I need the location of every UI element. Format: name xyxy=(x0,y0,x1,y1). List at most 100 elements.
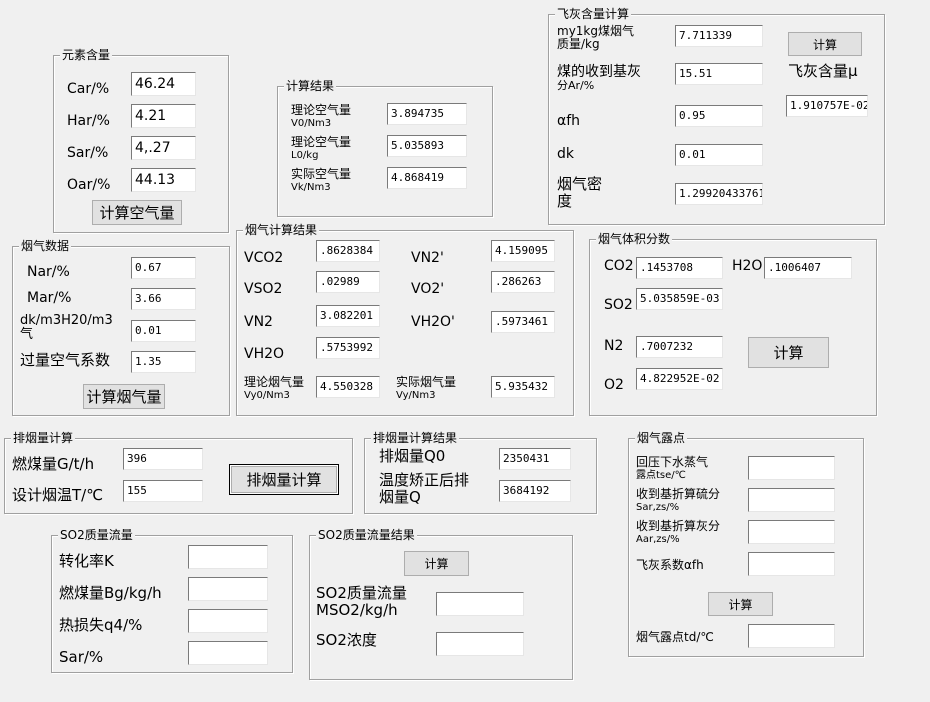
theory-air-l0-field[interactable]: 5.035893 xyxy=(387,135,467,157)
aar-zs-label: 收到基折算灰分 Aar,zs/% xyxy=(636,519,721,546)
volume-fraction-title: 烟气体积分数 xyxy=(596,232,673,246)
sar-label: Sar/% xyxy=(67,145,109,161)
so2-conc-label: SO2浓度 xyxy=(316,631,377,649)
har-label: Har/% xyxy=(67,113,110,129)
so2-calc-button[interactable]: 计算 xyxy=(404,551,469,576)
vn2-label: VN2 xyxy=(244,314,273,330)
calc-air-button[interactable]: 计算空气量 xyxy=(92,200,182,225)
flue-result-title: 烟气计算结果 xyxy=(243,223,320,237)
car-label: Car/% xyxy=(67,81,110,97)
so2-sar-field[interactable] xyxy=(188,641,268,665)
q0-field[interactable]: 2350431 xyxy=(499,448,571,470)
vy0-field[interactable]: 4.550328 xyxy=(316,376,380,398)
mar-label: Mar/% xyxy=(27,290,72,306)
dew-calc-button[interactable]: 计算 xyxy=(708,592,773,616)
element-content-title: 元素含量 xyxy=(60,48,113,62)
my-label: my1kg煤烟气 质量/kg xyxy=(557,24,634,51)
calc-result-title: 计算结果 xyxy=(284,79,337,93)
vh2op-field[interactable]: .5973461 xyxy=(491,311,555,333)
o2-field[interactable]: 4.822952E-02 xyxy=(636,368,723,390)
co2-label: CO2 xyxy=(604,258,634,274)
dew-afh-label: 飞灰系数αfh xyxy=(636,558,704,572)
n2-label: N2 xyxy=(604,338,624,354)
vn2p-field[interactable]: 4.159095 xyxy=(491,240,555,262)
vn2-field[interactable]: 3.082201 xyxy=(316,305,380,327)
vh2o-label: VH2O xyxy=(244,346,285,362)
design-temp-label: 设计烟温T/℃ xyxy=(12,486,104,504)
flue-data-title: 烟气数据 xyxy=(19,239,72,253)
oar-field[interactable]: 44.13 xyxy=(131,168,196,192)
coal-rate-field[interactable]: 396 xyxy=(123,448,203,470)
nar-label: Nar/% xyxy=(27,264,70,280)
q-label: 温度矫正后排 烟量Q xyxy=(379,471,470,506)
so2-conc-field[interactable] xyxy=(436,632,524,656)
my-field[interactable]: 7.711339 xyxy=(675,25,763,47)
tse-label: 回压下水蒸气 露点tse/℃ xyxy=(636,455,709,482)
flue-dk-label: dk/m3H20/m3 气 xyxy=(20,313,113,342)
fly-dk-field[interactable]: 0.01 xyxy=(675,144,763,166)
car-field[interactable]: 46.24 xyxy=(131,72,196,96)
fly-ash-title: 飞灰含量计算 xyxy=(555,7,632,21)
so2-label: SO2 xyxy=(604,297,633,313)
q0-label: 排烟量Q0 xyxy=(379,447,446,465)
td-label: 烟气露点td/℃ xyxy=(636,630,714,644)
sar-zs-label: 收到基折算硫分 Sar,zs/% xyxy=(636,487,721,514)
exhaust-calc-button[interactable]: 排烟量计算 xyxy=(229,464,339,495)
excess-air-label: 过量空气系数 xyxy=(20,351,111,369)
dew-afh-field[interactable] xyxy=(748,552,835,576)
vy-label: 实际烟气量 Vy/Nm3 xyxy=(396,375,457,402)
vh2o-field[interactable]: .5753992 xyxy=(316,337,380,359)
conversion-k-label: 转化率K xyxy=(59,552,114,570)
fly-ash-result-label: 飞灰含量μ xyxy=(788,62,858,80)
afh-label: αfh xyxy=(557,113,581,129)
coal-bg-label: 燃煤量Bg/kg/h xyxy=(59,584,162,602)
design-temp-field[interactable]: 155 xyxy=(123,480,203,502)
har-field[interactable]: 4.21 xyxy=(131,104,196,128)
h2o-field[interactable]: .1006407 xyxy=(764,257,852,279)
vco2-field[interactable]: .8628384 xyxy=(316,240,380,262)
vso2-label: VSO2 xyxy=(244,281,283,297)
vso2-field[interactable]: .02989 xyxy=(316,271,380,293)
vh2op-label: VH2O' xyxy=(411,314,455,330)
fly-ash-result-field[interactable]: 1.910757E-02 xyxy=(786,95,868,117)
sar-zs-field[interactable] xyxy=(748,488,835,512)
actual-air-vk-label: 实际空气量 Vk/Nm3 xyxy=(291,167,352,194)
h2o-label: H2O xyxy=(732,258,763,274)
co2-field[interactable]: .1453708 xyxy=(636,257,723,279)
td-field[interactable] xyxy=(748,624,835,648)
mar-field[interactable]: 3.66 xyxy=(131,288,196,310)
calc-flue-button[interactable]: 计算烟气量 xyxy=(83,384,165,409)
afh-field[interactable]: 0.95 xyxy=(675,105,763,127)
sar-field[interactable]: 4,.27 xyxy=(131,136,196,160)
fly-ash-calc-button[interactable]: 计算 xyxy=(788,32,862,56)
excess-air-field[interactable]: 1.35 xyxy=(131,351,196,373)
so2-sar-label: Sar/% xyxy=(59,648,104,666)
n2-field[interactable]: .7007232 xyxy=(636,336,723,358)
vo2p-field[interactable]: .286263 xyxy=(491,271,555,293)
vco2-label: VCO2 xyxy=(244,250,284,266)
so2-flow-title: SO2质量流量 xyxy=(58,528,135,542)
vy-field[interactable]: 5.935432 xyxy=(491,376,555,398)
o2-label: O2 xyxy=(604,377,624,393)
conversion-k-field[interactable] xyxy=(188,545,268,569)
volume-calc-button[interactable]: 计算 xyxy=(748,337,829,368)
aar-field[interactable]: 15.51 xyxy=(675,63,763,85)
nar-field[interactable]: 0.67 xyxy=(131,257,196,279)
flue-dk-field[interactable]: 0.01 xyxy=(131,320,196,342)
actual-air-vk-field[interactable]: 4.868419 xyxy=(387,167,467,189)
dew-point-title: 烟气露点 xyxy=(635,431,688,445)
theory-air-v0-field[interactable]: 3.894735 xyxy=(387,103,467,125)
coal-bg-field[interactable] xyxy=(188,577,268,601)
so2-result-title: SO2质量流量结果 xyxy=(316,528,417,542)
flue-density-field[interactable]: 1.299204337611 xyxy=(675,183,763,205)
aar-label: 煤的收到基灰 分Ar/% xyxy=(557,64,641,92)
so2-field[interactable]: 5.035859E-03 xyxy=(636,288,723,310)
mso2-field[interactable] xyxy=(436,592,524,616)
aar-zs-field[interactable] xyxy=(748,520,835,544)
tse-field[interactable] xyxy=(748,456,835,480)
q-field[interactable]: 3684192 xyxy=(499,480,571,502)
heat-loss-q4-field[interactable] xyxy=(188,609,268,633)
theory-air-v0-label: 理论空气量 V0/Nm3 xyxy=(291,103,352,130)
coal-rate-label: 燃煤量G/t/h xyxy=(12,455,95,473)
exhaust-title: 排烟量计算 xyxy=(11,431,76,445)
